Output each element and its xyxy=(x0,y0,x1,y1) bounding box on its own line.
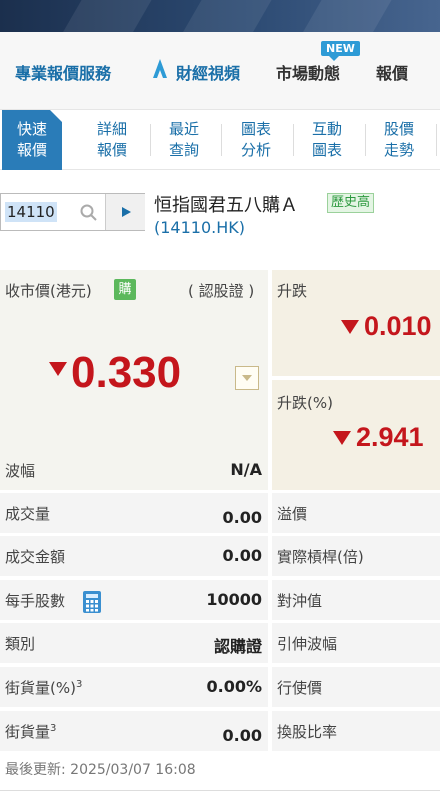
outstanding-pct-value: 0.00% xyxy=(206,677,262,696)
row-conversion-ratio: 換股比率 xyxy=(272,711,440,751)
row-premium: 溢價 xyxy=(272,493,440,533)
change-pct-label: 升跌(%) xyxy=(277,394,333,412)
range-label: 波幅 xyxy=(5,462,36,480)
row-strike: 行使價 xyxy=(272,667,440,707)
nav-pro-quote-service[interactable]: 專業報價服務 xyxy=(15,60,111,84)
range-value: N/A xyxy=(230,460,262,479)
nav-quote[interactable]: 報價 xyxy=(376,60,408,84)
outstanding-pct-label: 街貨量(%)3 xyxy=(5,679,83,697)
historical-high-badge: 歷史高 xyxy=(327,193,375,213)
stock-code: (14110.HK) xyxy=(154,218,245,237)
top-nav: 專業報價服務 財經視頻 市場動態 報價 NEW xyxy=(0,32,440,110)
search-icon[interactable] xyxy=(79,203,99,223)
row-lot-size: 每手股數 10000 xyxy=(0,580,268,620)
outstanding-value: 0.00 xyxy=(222,726,262,745)
row-outstanding-pct: 街貨量(%)3 0.00% xyxy=(0,667,268,707)
lot-size-value: 10000 xyxy=(206,590,262,609)
implied-vol-label: 引伸波幅 xyxy=(277,635,338,653)
row-delta: 對沖值 xyxy=(272,580,440,620)
row-category: 類別 認購證 xyxy=(0,623,268,663)
nav-finance-video[interactable]: 財經視頻 xyxy=(176,60,240,84)
divider xyxy=(0,790,440,791)
delta-label: 對沖值 xyxy=(277,592,323,610)
gearing-label: 實際槓桿(倍) xyxy=(277,548,364,566)
search-box: 14110 xyxy=(0,193,145,231)
row-implied-vol: 引伸波幅 xyxy=(272,623,440,663)
calculator-icon[interactable] xyxy=(82,590,102,614)
stock-name: 恒指國君五八購Ａ xyxy=(154,195,298,216)
row-gearing: 實際槓桿(倍) xyxy=(272,536,440,576)
tab-quick-quote[interactable]: 快速 報價 xyxy=(2,110,62,170)
change-label: 升跌 xyxy=(277,282,308,300)
volume-label: 成交量 xyxy=(5,505,51,523)
price-down-icon xyxy=(49,362,67,376)
category-label: 類別 xyxy=(5,635,36,653)
strike-label: 行使價 xyxy=(277,679,323,697)
go-button[interactable] xyxy=(105,194,145,230)
change-value: 0.010 xyxy=(364,311,432,341)
row-turnover: 成交金額 0.00 xyxy=(0,536,268,576)
new-badge: NEW xyxy=(321,41,360,61)
video-logo-icon xyxy=(153,59,167,78)
last-updated: 最後更新: 2025/03/07 16:08 xyxy=(5,762,196,778)
close-price-value: 0.330 xyxy=(71,348,182,397)
chevron-down-icon xyxy=(242,375,252,381)
change-pct-value: 2.941 xyxy=(356,422,424,452)
warrant-type-label: ( 認股證 ) xyxy=(188,282,255,300)
expand-dropdown[interactable] xyxy=(235,366,259,390)
tab-chart-analysis[interactable]: 圖表 分析 xyxy=(226,110,286,170)
row-outstanding: 街貨量3 0.00 xyxy=(0,711,268,751)
nav-market-news[interactable]: 市場動態 xyxy=(276,60,340,84)
close-price-label: 收市價(港元) xyxy=(5,282,92,300)
category-value: 認購證 xyxy=(213,637,262,656)
change-pct-down-icon xyxy=(333,431,351,445)
tab-recent-search[interactable]: 最近 查詢 xyxy=(154,110,214,170)
tab-price-trend[interactable]: 股價 走勢 xyxy=(369,110,429,170)
conversion-ratio-label: 換股比率 xyxy=(277,723,338,741)
tab-interactive-chart[interactable]: 互動 圖表 xyxy=(297,110,357,170)
lot-size-label: 每手股數 xyxy=(5,592,66,610)
sub-tabs: 快速 報價 詳細 報價 最近 查詢 圖表 分析 互動 圖表 股價 走勢 xyxy=(0,110,440,170)
turnover-label: 成交金額 xyxy=(5,548,66,566)
search-input[interactable]: 14110 xyxy=(5,202,57,222)
volume-value: 0.00 xyxy=(222,508,262,527)
header-banner xyxy=(0,0,440,32)
row-volume: 成交量 0.00 xyxy=(0,493,268,533)
tab-detail-quote[interactable]: 詳細 報價 xyxy=(82,110,142,170)
turnover-value: 0.00 xyxy=(222,546,262,565)
outstanding-label: 街貨量3 xyxy=(5,723,57,741)
play-icon xyxy=(121,207,131,217)
premium-label: 溢價 xyxy=(277,505,308,523)
call-badge: 購 xyxy=(114,279,136,300)
change-down-icon xyxy=(341,320,359,334)
